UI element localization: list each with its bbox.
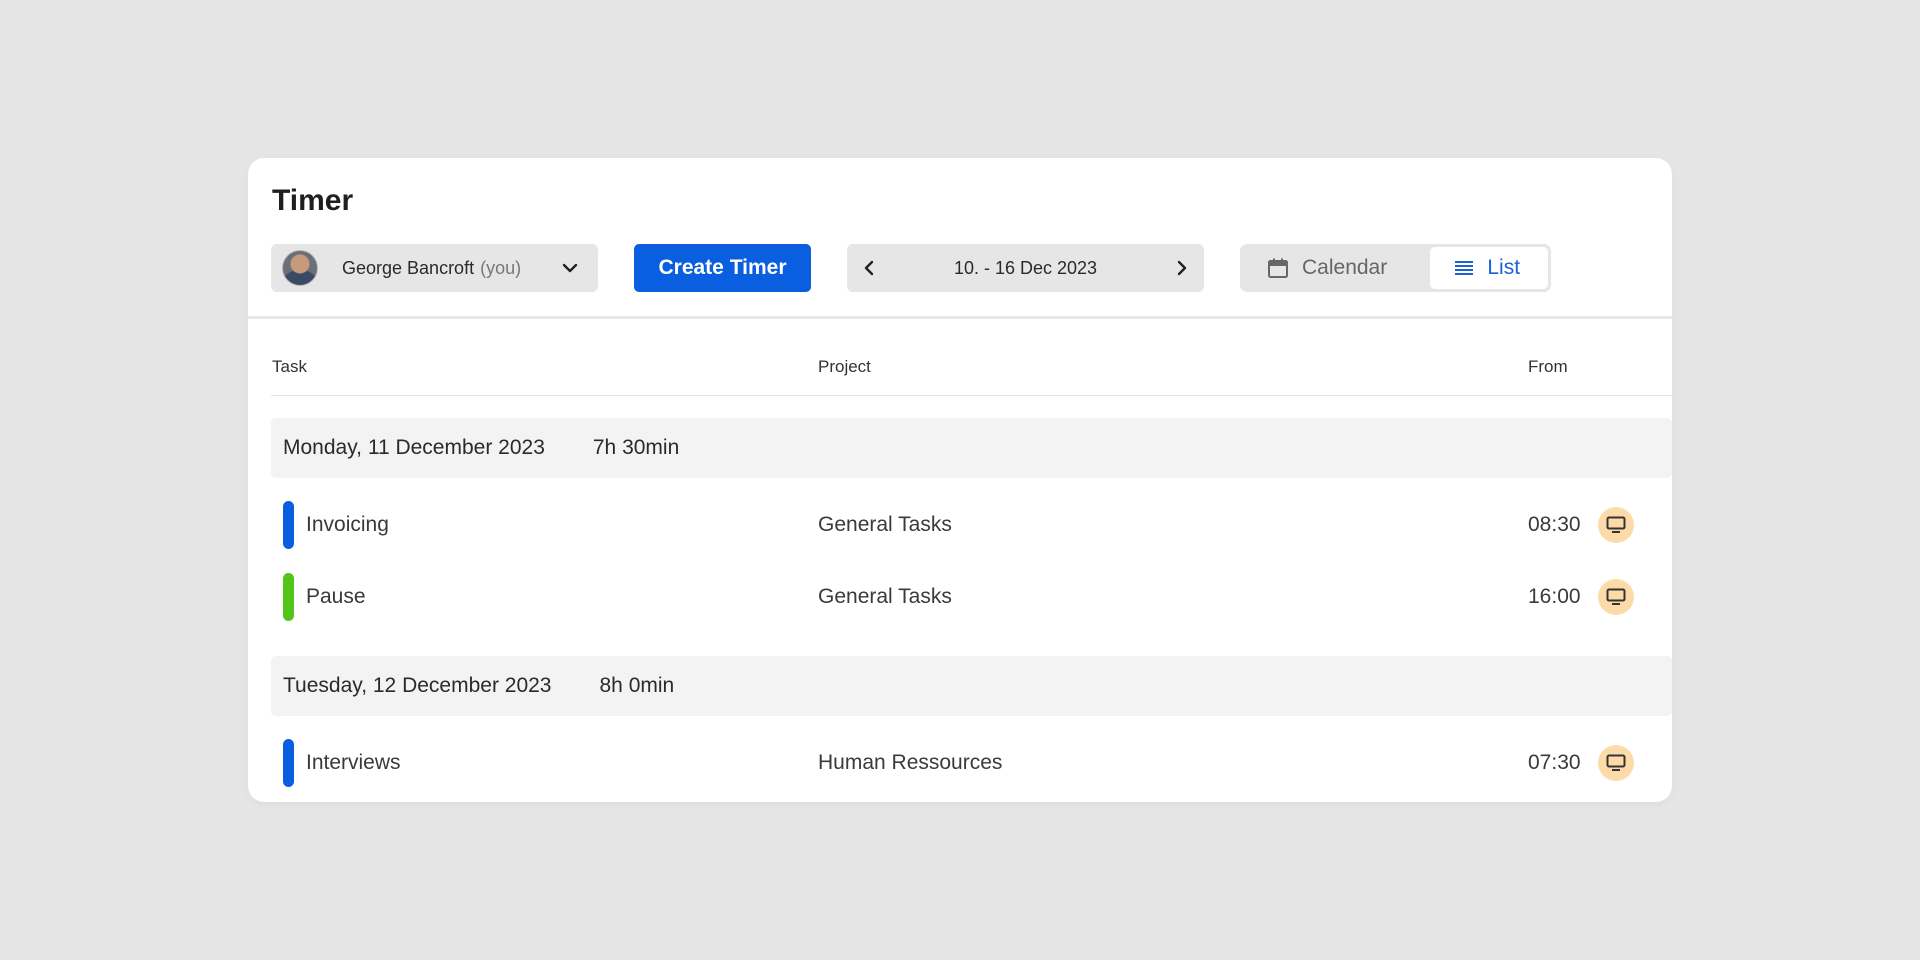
- page-title: Timer: [272, 184, 354, 217]
- calendar-icon: [1268, 258, 1288, 278]
- task-color-bar: [283, 739, 294, 787]
- chevron-right-icon: [1177, 260, 1187, 276]
- day-total: 7h 30min: [592, 436, 680, 459]
- calendar-view-button[interactable]: Calendar: [1243, 247, 1430, 289]
- day-date: Monday, 11 December 2023: [283, 436, 545, 459]
- task-name: Pause: [306, 585, 366, 608]
- from-time: 08:30: [1528, 513, 1581, 536]
- header-divider: [248, 316, 1672, 319]
- task-color-bar: [283, 501, 294, 549]
- user-name: George Bancroft: [342, 257, 475, 278]
- view-toggle: Calendar List: [1240, 244, 1551, 292]
- task-name: Invoicing: [306, 513, 389, 536]
- column-header-task: Task: [272, 357, 307, 376]
- chevron-left-icon: [864, 260, 874, 276]
- header-line: [271, 395, 1672, 396]
- day-total: 8h 0min: [599, 674, 675, 697]
- date-navigator: 10. - 16 Dec 2023: [847, 244, 1204, 292]
- calendar-view-label: Calendar: [1302, 256, 1388, 279]
- monitor-icon: [1598, 579, 1634, 615]
- day-date: Tuesday, 12 December 2023: [283, 674, 552, 697]
- timer-card: Timer George Bancroft (you) Create Timer…: [248, 158, 1672, 802]
- user-select[interactable]: George Bancroft (you): [271, 244, 598, 292]
- list-view-button[interactable]: List: [1430, 247, 1548, 289]
- prev-week-button[interactable]: [847, 244, 891, 292]
- date-range: 10. - 16 Dec 2023: [953, 257, 1098, 278]
- column-header-project: Project: [818, 357, 871, 376]
- avatar: [282, 250, 318, 286]
- from-time: 07:30: [1528, 751, 1581, 774]
- next-week-button[interactable]: [1160, 244, 1204, 292]
- table-row[interactable]: Interviews Human Ressources 07:30: [248, 739, 1672, 787]
- task-color-bar: [283, 573, 294, 621]
- list-icon: [1455, 261, 1474, 275]
- day-group-header: Tuesday, 12 December 2023 8h 0min: [271, 656, 1672, 716]
- day-group-header: Monday, 11 December 2023 7h 30min: [271, 418, 1672, 478]
- task-name: Interviews: [306, 751, 401, 774]
- project-name: Human Ressources: [818, 751, 1003, 774]
- project-name: General Tasks: [818, 585, 952, 608]
- monitor-icon: [1598, 745, 1634, 781]
- project-name: General Tasks: [818, 513, 952, 536]
- list-view-label: List: [1487, 256, 1521, 279]
- from-time: 16:00: [1528, 585, 1581, 608]
- column-header-from: From: [1528, 357, 1568, 376]
- monitor-icon: [1598, 507, 1634, 543]
- table-row[interactable]: Invoicing General Tasks 08:30: [248, 501, 1672, 549]
- create-timer-button[interactable]: Create Timer: [634, 244, 811, 292]
- user-you-label: (you): [480, 257, 522, 278]
- chevron-down-icon: [562, 263, 578, 273]
- table-row[interactable]: Pause General Tasks 16:00: [248, 573, 1672, 621]
